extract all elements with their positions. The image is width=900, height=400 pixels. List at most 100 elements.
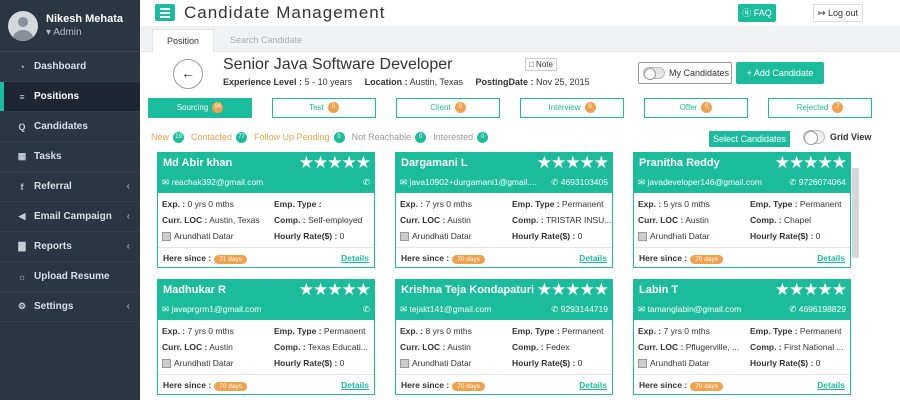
company-value: Fedex	[546, 342, 570, 352]
details-link[interactable]: Details	[341, 253, 369, 263]
current-location-label: Curr. LOC :	[162, 342, 208, 352]
candidate-card[interactable]: Dargamani L ★★★★★ ✉ java10902+durgamani1@g…	[395, 152, 613, 268]
company-value: Texas Educati...	[307, 342, 368, 352]
card-footer: Here since :70 days Details	[396, 374, 612, 394]
experience: Exp. : 7 yrs 0 mths	[400, 199, 500, 209]
candidate-card[interactable]: Labin T ★★★★★ ✉ tamanglabin@gmail.com ✆ 469…	[633, 279, 851, 395]
sidebar-item-dashboard[interactable]: ◔ Dashboard	[0, 52, 140, 82]
here-since: Here since :71 days	[163, 253, 247, 264]
select-candidates-button[interactable]: Select Candidates	[709, 131, 790, 147]
recruiter-name: Arundhati Datar	[174, 231, 234, 241]
stage-sourcing[interactable]: Sourcing 96	[148, 98, 252, 118]
user-profile[interactable]: Nikesh Mehata ▾ Admin	[0, 0, 140, 52]
my-candidates-toggle[interactable]: My Candidates	[638, 62, 732, 84]
sidebar-item-referral[interactable]: f Referral ‹	[0, 172, 140, 202]
grid-view-toggle[interactable]	[803, 130, 825, 145]
tab-bar: Position Search Candidate	[140, 26, 900, 52]
substage-label: Not Reachable	[351, 132, 412, 142]
sidebar-item-reports[interactable]: ▇ Reports ‹	[0, 232, 140, 262]
experience: Exp. : 0 yrs 0 mths	[162, 199, 262, 209]
stage-offer[interactable]: Offer 0	[644, 98, 748, 118]
add-candidate-button[interactable]: + Add Candidate	[736, 62, 824, 84]
current-location-label: Curr. LOC :	[400, 215, 446, 225]
company: Comp. : Texas Educati...	[274, 342, 374, 352]
card-header: Pranitha Reddy ★★★★★ ✉ javadeveloper146@gm…	[634, 153, 850, 193]
details-link[interactable]: Details	[579, 253, 607, 263]
person-icon	[638, 359, 647, 369]
hourly-rate-label: Hourly Rate($) :	[274, 231, 338, 241]
sidebar-item-candidates[interactable]: Q Candidates	[0, 112, 140, 142]
card-header: Labin T ★★★★★ ✉ tamanglabin@gmail.com ✆ 469…	[634, 280, 850, 320]
candidate-name[interactable]: Labin T	[639, 284, 678, 296]
hourly-rate-value: 0	[339, 358, 345, 368]
hourly-rate-label: Hourly Rate($) :	[512, 231, 576, 241]
rating-stars[interactable]: ★★★★★	[775, 153, 847, 173]
recruiter: Arundhati Datar	[400, 231, 472, 242]
substage-not-reachable[interactable]: Not Reachable 0	[351, 132, 427, 144]
substage-count-badge: 19	[173, 132, 185, 144]
current-location-value: Austin	[447, 342, 471, 352]
candidate-name[interactable]: Dargamani L	[401, 157, 468, 169]
card-body: Exp. : 7 yrs 0 mths Emp. Type : Permanent…	[634, 320, 850, 376]
note-button[interactable]: □ Note	[525, 58, 557, 71]
dashboard-icon: ◔	[19, 61, 25, 72]
stage-client[interactable]: Client 0	[396, 98, 500, 118]
details-link[interactable]: Details	[341, 380, 369, 390]
person-icon	[162, 359, 171, 369]
menu-toggle-button[interactable]	[155, 4, 175, 21]
candidate-card[interactable]: Pranitha Reddy ★★★★★ ✉ javadeveloper146@gm…	[633, 152, 851, 268]
candidate-name[interactable]: Md Abir khan	[163, 157, 232, 169]
scrollbar[interactable]	[852, 168, 859, 258]
substage-interested[interactable]: Interested 0	[433, 132, 489, 144]
candidate-name[interactable]: Pranitha Reddy	[639, 157, 720, 169]
candidate-name[interactable]: Krishna Teja Kondapaturi	[401, 284, 534, 296]
card-header: Md Abir khan ★★★★★ ✉ reachak392@gmail.com ✆	[158, 153, 374, 193]
job-meta: Experience Level : 5 - 10 years Location…	[223, 77, 590, 87]
sidebar-item-label: Settings	[34, 301, 74, 312]
company-value: Chapel	[784, 215, 811, 225]
stage-count-badge: 0	[584, 102, 596, 114]
tab-search-candidate[interactable]: Search Candidate	[226, 29, 306, 52]
user-role[interactable]: ▾ Admin	[46, 27, 123, 38]
substage-follow-up-pending[interactable]: Follow Up Pending 0	[254, 132, 345, 144]
candidate-name[interactable]: Madhukar R	[163, 284, 226, 296]
sidebar-item-label: Dashboard	[34, 61, 87, 72]
substage-contacted[interactable]: Contacted 77	[191, 132, 248, 144]
sidebar-item-label: Reports	[34, 241, 72, 252]
rating-stars[interactable]: ★★★★★	[775, 280, 847, 300]
sidebar-item-tasks[interactable]: ▦ Tasks	[0, 142, 140, 172]
stage-count-badge: 7	[832, 102, 844, 114]
rating-stars[interactable]: ★★★★★	[537, 153, 609, 173]
chevron-left-icon: ‹	[126, 181, 130, 192]
logout-button[interactable]: ↦ Log out	[813, 4, 863, 22]
sidebar-item-settings[interactable]: ⚙ Settings ‹	[0, 292, 140, 322]
candidate-card[interactable]: Krishna Teja Kondapaturi ★★★★★ ✉ tejakt141…	[395, 279, 613, 395]
stage-count-badge: 0	[327, 102, 339, 114]
substage-count-badge: 0	[415, 132, 427, 144]
candidate-card[interactable]: Md Abir khan ★★★★★ ✉ reachak392@gmail.com ✆…	[157, 152, 375, 268]
candidate-card[interactable]: Madhukar R ★★★★★ ✉ javaprgrm1@gmail.com ✆ Ex…	[157, 279, 375, 395]
here-since-label: Here since :	[639, 253, 688, 263]
details-link[interactable]: Details	[817, 380, 845, 390]
back-button[interactable]: ←	[173, 59, 203, 89]
person-icon	[400, 359, 409, 369]
rating-stars[interactable]: ★★★★★	[537, 280, 609, 300]
tab-position[interactable]: Position	[152, 29, 214, 52]
rating-stars[interactable]: ★★★★★	[299, 280, 371, 300]
stage-interview[interactable]: Interview 0	[520, 98, 624, 118]
sidebar-item-positions[interactable]: ≡ Positions	[0, 82, 140, 112]
toggle-switch[interactable]	[643, 67, 665, 80]
stage-test[interactable]: Test 0	[272, 98, 376, 118]
details-link[interactable]: Details	[579, 380, 607, 390]
faq-button[interactable]: ⓠ FAQ	[738, 4, 776, 22]
days-badge: 70 days	[452, 255, 485, 264]
rating-stars[interactable]: ★★★★★	[299, 153, 371, 173]
card-footer: Here since :70 days Details	[634, 247, 850, 267]
substage-new[interactable]: New 19	[151, 132, 185, 144]
stage-rejected[interactable]: Rejected 7	[768, 98, 872, 118]
sidebar-item-upload-resume[interactable]: ☼ Upload Resume	[0, 262, 140, 292]
details-link[interactable]: Details	[817, 253, 845, 263]
person-icon	[638, 232, 647, 242]
sidebar-item-label: Positions	[34, 91, 80, 102]
sidebar-item-email-campaign[interactable]: ◀ Email Campaign ‹	[0, 202, 140, 232]
